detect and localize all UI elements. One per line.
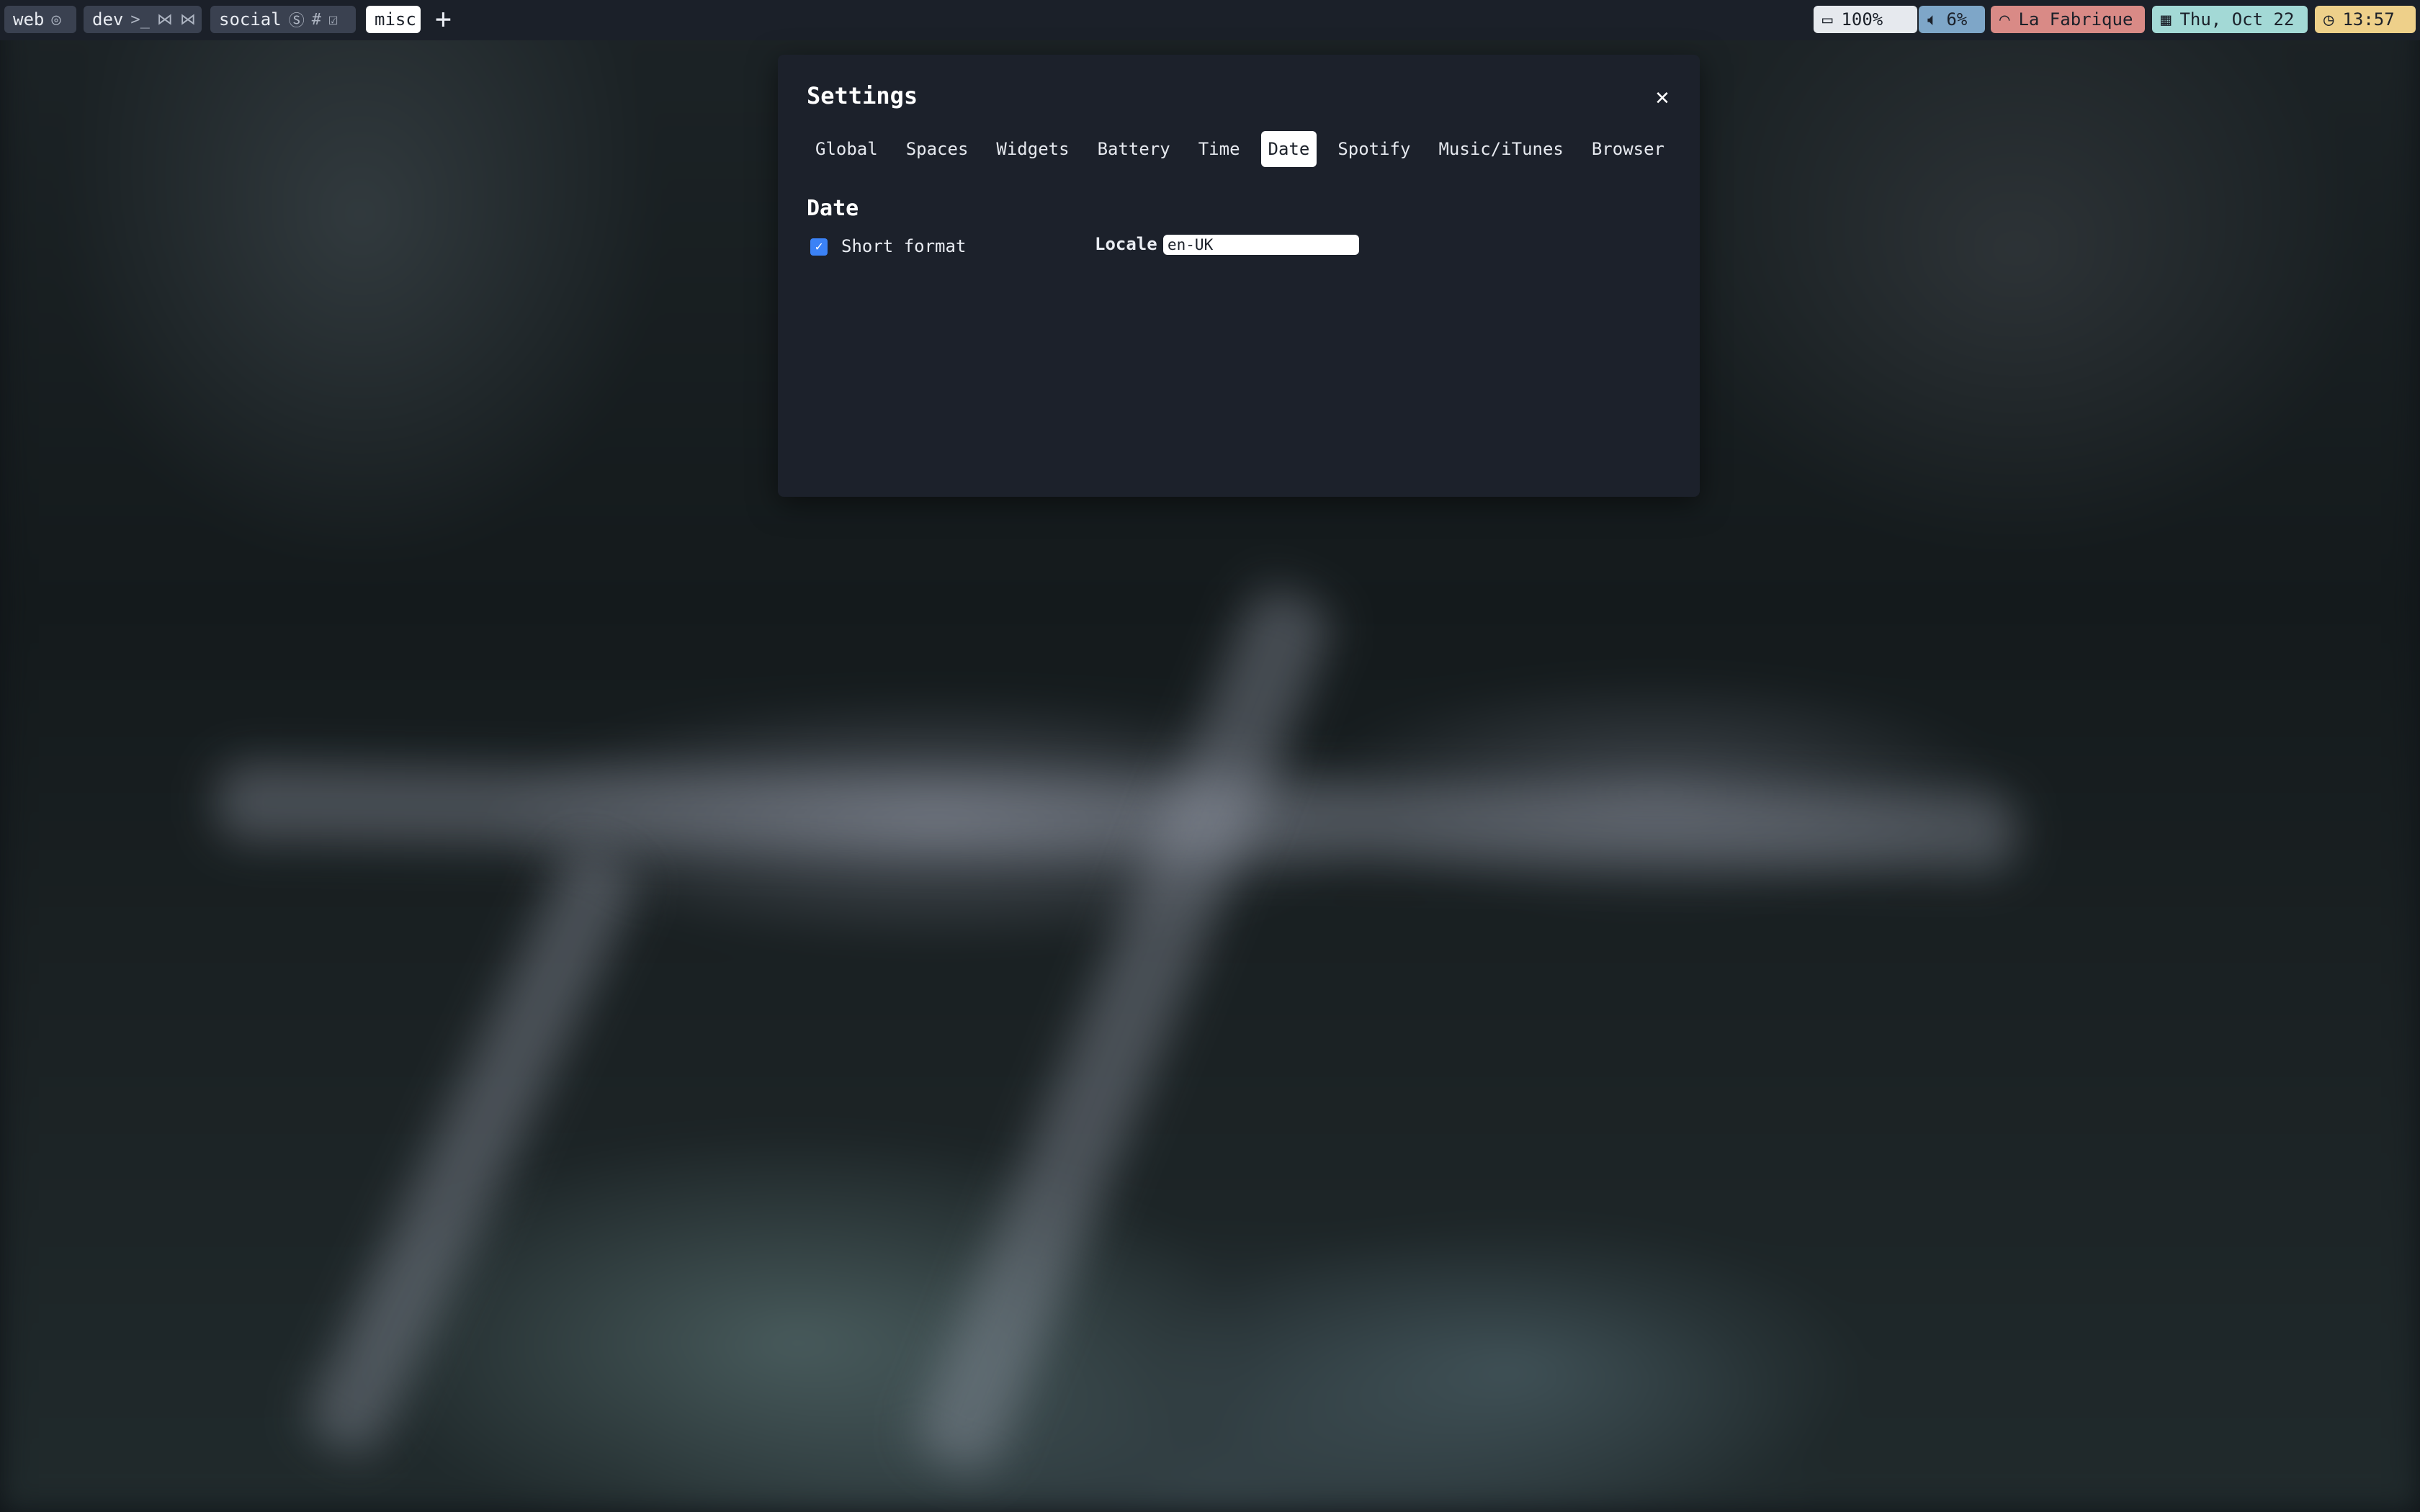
calendar-icon: ▦ [2161, 9, 2172, 30]
settings-tabs: Global Spaces Widgets Battery Time Date … [808, 131, 1685, 167]
tab-spaces[interactable]: Spaces [899, 131, 976, 167]
section-title: Date [807, 196, 859, 221]
locale-label: Locale [1095, 234, 1157, 254]
space-label: dev [92, 9, 124, 30]
short-format-checkbox[interactable]: ✓ [810, 238, 828, 256]
space-label: social [219, 9, 282, 30]
time-value: 13:57 [2342, 9, 2395, 30]
tab-music-itunes[interactable]: Music/iTunes [1431, 131, 1570, 167]
skype-icon: Ⓢ [288, 12, 305, 30]
date-value: Thu, Oct 22 [2179, 9, 2295, 30]
date-widget[interactable]: ▦ Thu, Oct 22 [2152, 6, 2308, 33]
tab-browser[interactable]: Browser [1585, 131, 1672, 167]
tab-global[interactable]: Global [808, 131, 885, 167]
tab-date[interactable]: Date [1260, 131, 1317, 167]
slack-icon: # [311, 10, 321, 29]
menu-bar: web ◎ dev >_ ⋈ ⋈ social Ⓢ # ☑ misc + ▭ 1… [0, 0, 2420, 40]
battery-icon: ▭ [1822, 9, 1833, 30]
space-label: misc [375, 9, 416, 30]
settings-title: Settings [807, 82, 918, 109]
vscode-icon: ⋈ [179, 10, 196, 29]
wifi-widget[interactable]: ◠ La Fabrique [1991, 6, 2145, 33]
settings-panel: Settings ✕ Global Spaces Widgets Battery… [778, 55, 1700, 497]
locale-input[interactable] [1163, 235, 1359, 255]
tab-battery[interactable]: Battery [1090, 131, 1178, 167]
close-icon[interactable]: ✕ [1649, 84, 1675, 109]
wifi-value: La Fabrique [2018, 9, 2133, 30]
clock-icon: ◷ [2323, 9, 2334, 30]
sound-widget[interactable]: 🔈︎ 6% [1919, 6, 1985, 33]
wifi-icon: ◠ [1999, 9, 2010, 30]
space-label: web [13, 9, 45, 30]
battery-value: 100% [1841, 9, 1883, 30]
vscode-icon: ⋈ [156, 10, 173, 29]
tab-widgets[interactable]: Widgets [989, 131, 1076, 167]
sound-value: 6% [1946, 9, 1968, 30]
speaker-icon: 🔈︎ [1927, 9, 1938, 30]
time-widget[interactable]: ◷ 13:57 [2315, 6, 2416, 33]
short-format-label: Short format [841, 236, 967, 256]
space-misc[interactable]: misc [366, 6, 421, 33]
chrome-icon: ◎ [51, 10, 61, 29]
tab-time[interactable]: Time [1191, 131, 1247, 167]
todo-icon: ☑ [328, 10, 339, 29]
battery-widget[interactable]: ▭ 100% [1814, 6, 1917, 33]
add-space-button[interactable]: + [435, 4, 452, 33]
space-social[interactable]: social Ⓢ # ☑ [210, 6, 356, 33]
space-web[interactable]: web ◎ [4, 6, 76, 33]
space-dev[interactable]: dev >_ ⋈ ⋈ [84, 6, 202, 33]
tab-spotify[interactable]: Spotify [1330, 131, 1417, 167]
terminal-icon: >_ [130, 10, 150, 29]
